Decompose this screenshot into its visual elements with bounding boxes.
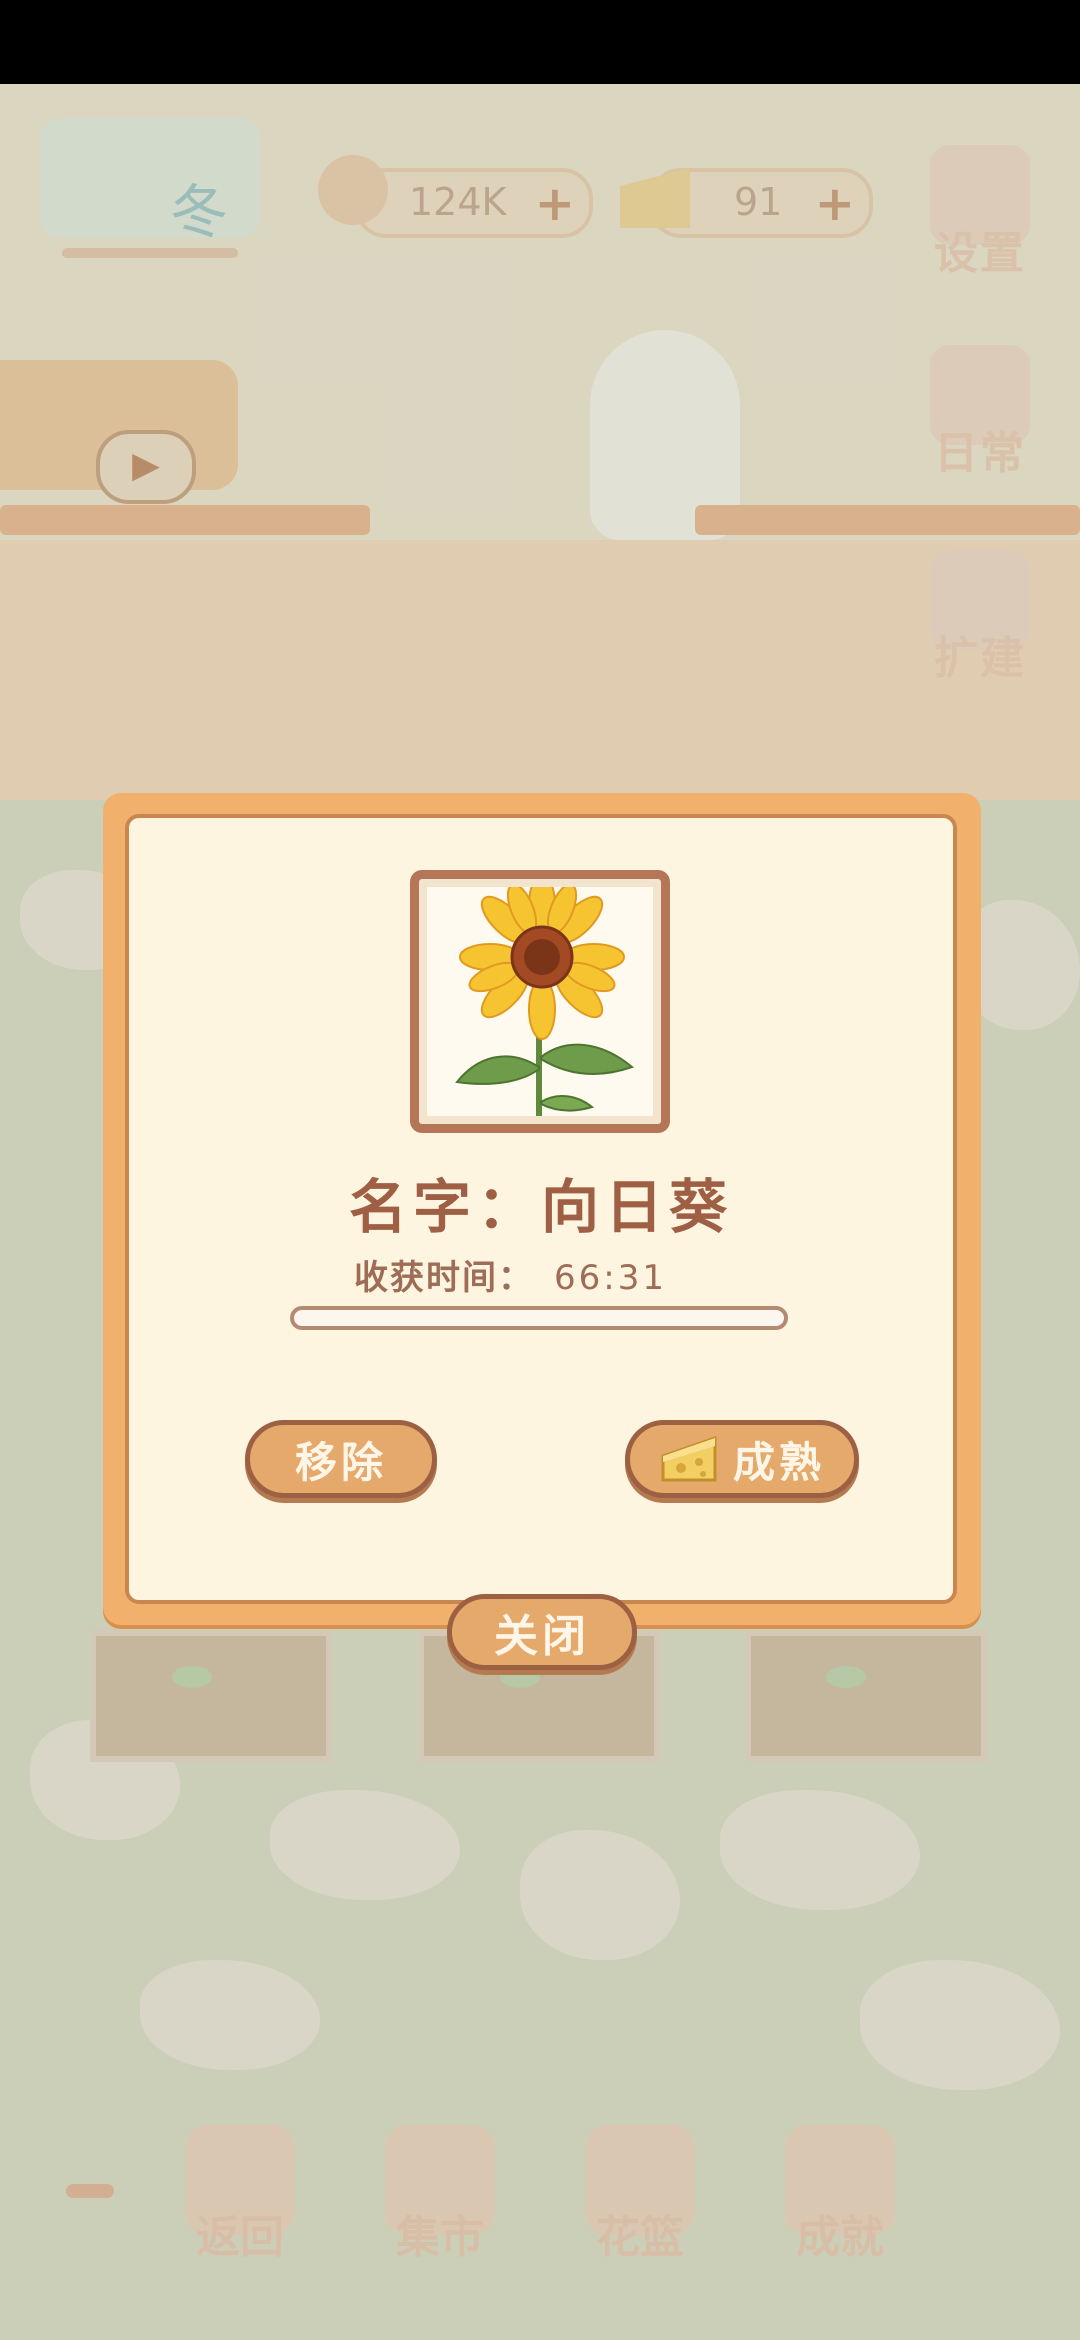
close-label: 关闭 (494, 1611, 590, 1662)
ripen-label: 成熟 (732, 1437, 825, 1487)
sunflower-icon (427, 887, 653, 1116)
cheese-icon (661, 1435, 717, 1482)
harvest-time-label: 收获时间： (354, 1258, 534, 1298)
growth-progress-bar (290, 1306, 788, 1330)
plant-image-frame (410, 870, 670, 1133)
close-button[interactable]: 关闭 (447, 1594, 637, 1670)
remove-button[interactable]: 移除 (245, 1420, 437, 1498)
status-bar (0, 0, 1080, 84)
remove-label: 移除 (294, 1437, 387, 1487)
harvest-time-value: 66:31 (554, 1258, 667, 1298)
harvest-time-row: 收获时间： 66:31 (354, 1250, 667, 1299)
ripen-button[interactable]: 成熟 (625, 1420, 859, 1498)
plant-name: 名字：向日葵 (348, 1173, 733, 1241)
